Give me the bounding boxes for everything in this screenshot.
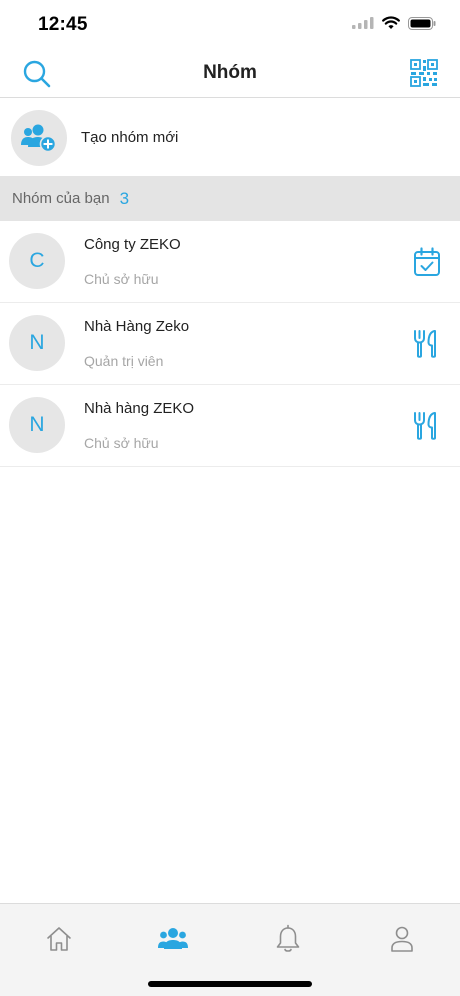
status-time: 12:45 [38,14,88,35]
home-indicator [148,981,312,987]
bell-icon[interactable] [273,924,303,954]
restaurant-icon [414,330,436,358]
profile-icon[interactable] [387,924,417,954]
calendar-check-icon [414,247,440,276]
avatar: N [9,315,65,371]
avatar: C [9,233,65,289]
group-role: Quản trị viên [84,353,164,369]
page-title: Nhóm [203,62,257,83]
group-list: C Công ty ZEKO Chủ sở hữu N Nhà Hàng Zek… [0,221,460,467]
section-label: Nhóm của bạn [12,190,110,207]
list-item[interactable]: N Nhà Hàng Zeko Quản trị viên [0,303,460,385]
signal-icon [352,17,374,29]
list-item[interactable]: C Công ty ZEKO Chủ sở hữu [0,221,460,303]
battery-icon [408,16,436,30]
add-group-icon [21,124,57,152]
status-icons [352,16,436,30]
status-bar: 12:45 [0,0,460,50]
create-group-avatar [11,109,67,166]
tab-bar [0,903,460,996]
list-item[interactable]: N Nhà hàng ZEKO Chủ sở hữu [0,385,460,467]
avatar: N [9,397,65,453]
create-group-row[interactable]: Tạo nhóm mới [0,99,460,176]
restaurant-icon [414,412,436,440]
group-role: Chủ sở hữu [84,435,159,451]
qr-code-icon[interactable] [410,59,438,87]
header: Nhóm [0,50,460,98]
group-count-badge: 3 [119,188,130,208]
group-name: Công ty ZEKO [84,236,181,253]
group-name: Nhà hàng ZEKO [84,400,195,417]
group-role: Chủ sở hữu [84,271,159,287]
wifi-icon [382,16,400,29]
section-header-your-groups: Nhóm của bạn 3 [0,176,460,221]
group-name: Nhà Hàng Zeko [84,318,190,335]
home-icon[interactable] [44,924,74,954]
groups-icon[interactable] [158,924,188,954]
create-group-label: Tạo nhóm mới [81,129,179,146]
